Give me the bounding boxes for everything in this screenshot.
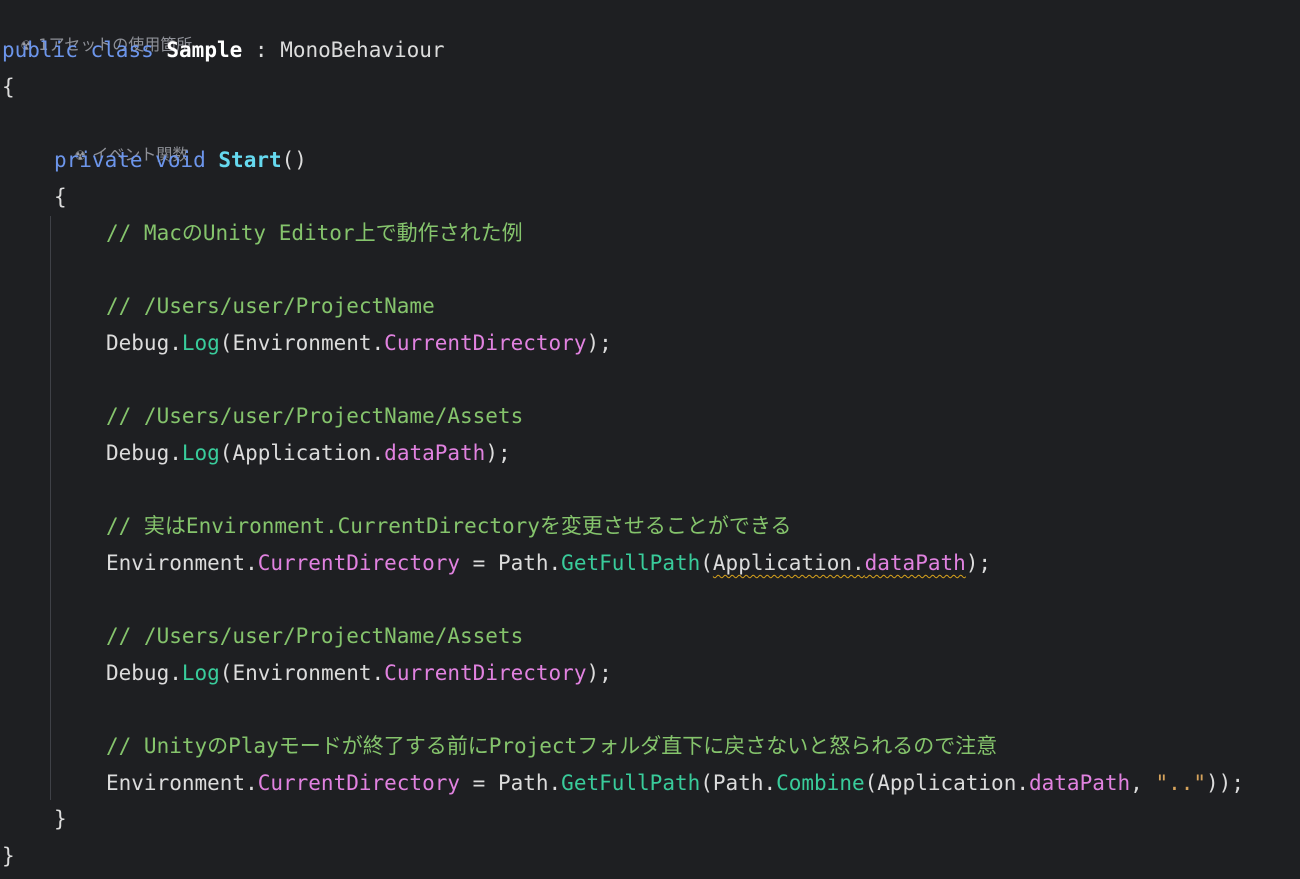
property-name-token: CurrentDirectory [384,661,587,685]
method-name-token: Log [181,661,220,685]
code-text-token: = Path. [460,771,562,795]
code-text-token: } [54,807,67,831]
keyword-token: void [155,148,206,172]
code-text-token: { [54,185,67,209]
property-name-token: dataPath [384,441,486,465]
code-editor[interactable]: ☢ 1アセットの使用箇所 ☢ イベント関数 public class Sample … [0,0,1300,879]
code-text-token: : [242,38,281,62]
code-line[interactable]: // /Users/user/ProjectName/Assets [106,398,523,434]
code-text-token: Application. [712,551,865,575]
method-name-token: GetFullPath [561,771,701,795]
code-line[interactable]: private void Start() [54,142,307,178]
code-line[interactable]: } [54,801,67,837]
code-text-token: Debug. [106,441,182,465]
code-line[interactable]: { [54,179,67,215]
comment-token: // /Users/user/ProjectName/Assets [106,404,524,428]
code-text-token: } [2,844,15,868]
code-text-token: ( [700,551,713,575]
property-name-token: dataPath [1029,771,1131,795]
method-declaration-token: Start [218,148,282,172]
code-text-token: (Environment. [219,661,385,685]
code-line[interactable]: { [2,69,15,105]
event-function-hint[interactable]: ☢ イベント関数 [54,110,188,164]
property-name-token: CurrentDirectory [257,771,461,795]
keyword-token: private [54,148,143,172]
code-text-token: = Path. [460,551,562,575]
code-text-token: (Application. [864,771,1029,795]
comment-token: // /Users/user/ProjectName [106,294,435,318]
usage-hint[interactable]: ☢ 1アセットの使用箇所 [0,0,192,54]
code-text-token: Environment. [106,551,258,575]
code-text-token: (Application. [219,441,385,465]
code-text-token: { [2,75,15,99]
comment-token: // UnityのPlayモードが終了する前にProjectフォルダ直下に戻さな… [106,734,998,758]
code-text-token: Environment. [106,771,258,795]
code-line[interactable]: // /Users/user/ProjectName [106,288,435,324]
method-name-token: Log [181,331,220,355]
code-text-token: )); [1206,771,1244,795]
code-text-token: ); [485,441,511,465]
property-name-token: dataPath [864,551,966,575]
string-literal-token: ".." [1155,771,1207,795]
method-name-token: GetFullPath [561,551,701,575]
comment-token: // MacのUnity Editor上で動作された例 [106,221,523,245]
code-text-token: , [1130,771,1156,795]
code-text-token: MonoBehaviour [280,38,445,62]
code-text-token: ); [586,661,612,685]
method-name-token: Combine [776,771,865,795]
code-text-token: () [281,148,307,172]
code-line[interactable]: Debug.Log(Environment.CurrentDirectory); [106,655,612,691]
code-line[interactable]: Debug.Log(Application.dataPath); [106,435,511,471]
property-name-token: CurrentDirectory [257,551,461,575]
code-line[interactable]: Environment.CurrentDirectory = Path.GetF… [106,765,1244,801]
code-line[interactable]: // 実はEnvironment.CurrentDirectoryを変更させるこ… [106,508,792,544]
class-name-token: Sample [166,38,243,62]
code-line[interactable]: // MacのUnity Editor上で動作された例 [106,215,523,251]
code-text-token: ); [586,331,612,355]
property-name-token: CurrentDirectory [384,331,587,355]
code-line[interactable]: // /Users/user/ProjectName/Assets [106,618,523,654]
comment-token: // 実はEnvironment.CurrentDirectoryを変更させるこ… [106,514,792,538]
code-line[interactable]: Debug.Log(Environment.CurrentDirectory); [106,325,612,361]
comment-token: // /Users/user/ProjectName/Assets [106,624,524,648]
keyword-token: class [90,38,154,62]
keyword-token: public [2,38,78,62]
code-line[interactable]: Environment.CurrentDirectory = Path.GetF… [106,545,991,581]
code-text-token: Debug. [106,331,182,355]
code-text-token: ); [965,551,992,575]
code-line[interactable]: public class Sample : MonoBehaviour [2,32,445,68]
method-name-token: Log [181,441,220,465]
code-text-token: (Path. [700,771,777,795]
code-text-token: (Environment. [219,331,385,355]
code-text-token: Debug. [106,661,182,685]
code-line[interactable]: // UnityのPlayモードが終了する前にProjectフォルダ直下に戻さな… [106,728,997,764]
code-line[interactable]: } [2,838,15,874]
indent-guide [50,216,51,800]
